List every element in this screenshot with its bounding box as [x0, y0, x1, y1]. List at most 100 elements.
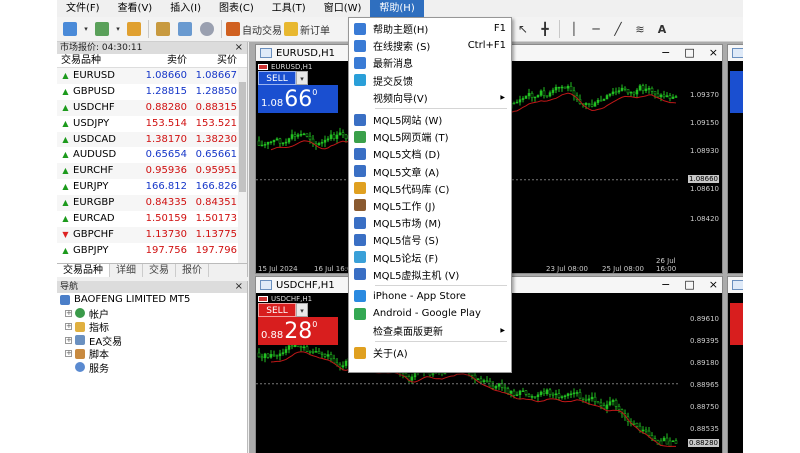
help-menu-item[interactable]: MQL5文档 (D) — [349, 145, 511, 162]
menu-charts[interactable]: 图表(C) — [210, 0, 263, 17]
expand-icon[interactable]: + — [65, 336, 72, 344]
scrollbar-thumb[interactable] — [239, 82, 246, 192]
profiles-button[interactable] — [92, 19, 112, 39]
help-menu-item[interactable]: 帮助主题(H) F1 — [349, 20, 511, 37]
expand-icon[interactable]: + — [65, 323, 72, 331]
chart-dropdown-icon[interactable]: ▾ — [82, 19, 90, 39]
cursor-button[interactable]: ↖ — [513, 19, 533, 39]
tab-trading[interactable]: 交易 — [143, 264, 176, 277]
close-icon[interactable]: × — [709, 45, 718, 61]
sell-button[interactable]: SELL — [258, 71, 296, 85]
help-menu-item[interactable]: MQL5论坛 (F) — [349, 248, 511, 265]
vertical-line-button[interactable]: │ — [564, 19, 584, 39]
help-menu-item[interactable]: 关于(A) — [349, 344, 511, 361]
market-watch-row[interactable]: ▲ EURUSD 1.08660 1.08667 — [57, 68, 247, 84]
chart-title: USDCHF,H1 — [276, 279, 335, 291]
expand-icon[interactable]: + — [65, 350, 72, 358]
chart-title-bar[interactable] — [728, 45, 743, 61]
new-order-button[interactable]: 新订单 — [284, 19, 330, 39]
trendline-button[interactable]: ╱ — [608, 19, 628, 39]
sell-price-display[interactable]: 0.88 28 0 — [258, 317, 338, 345]
help-menu-item[interactable]: iPhone - App Store — [349, 288, 511, 305]
text-tool-button[interactable]: A — [652, 19, 672, 39]
chart-title-bar[interactable] — [728, 277, 743, 293]
menu-insert[interactable]: 插入(I) — [161, 0, 210, 17]
help-menu-item[interactable]: 提交反馈 — [349, 72, 511, 89]
help-menu-item[interactable]: MQL5市场 (M) — [349, 214, 511, 231]
close-icon[interactable]: × — [709, 277, 718, 293]
help-menu-item[interactable]: 在线搜索 (S) Ctrl+F1 — [349, 37, 511, 54]
expand-icon[interactable]: + — [65, 309, 72, 317]
market-watch-row[interactable]: ▲ USDCAD 1.38170 1.38230 — [57, 131, 247, 148]
tab-symbols[interactable]: 交易品种 — [57, 264, 110, 277]
lot-dropdown[interactable]: ▾ — [296, 303, 308, 317]
col-bid[interactable]: 卖价 — [129, 54, 187, 67]
help-menu-item[interactable]: MQL5网页端 (T) — [349, 128, 511, 145]
tab-details[interactable]: 详细 — [110, 264, 143, 277]
navigator-root[interactable]: BAOFENG LIMITED MT5 — [57, 293, 247, 307]
help-menu-item[interactable]: MQL5网站 (W) — [349, 111, 511, 128]
sell-price-display[interactable] — [730, 71, 743, 113]
price-scale[interactable]: 1.09370 1.09150 1.08930 1.08660 1.08610 … — [680, 61, 722, 273]
sell-button[interactable]: SELL — [258, 303, 296, 317]
close-icon[interactable]: × — [235, 281, 243, 293]
market-watch-button[interactable] — [124, 19, 144, 39]
navigator-item-accounts[interactable]: + 帐户 — [57, 307, 247, 321]
sell-price-display[interactable]: 1.08 66 0 — [258, 85, 338, 113]
market-watch-row[interactable]: ▼ GBPCHF 1.13730 1.13775 — [57, 226, 247, 243]
market-watch-row[interactable]: ▲ EURGBP 0.84335 0.84351 — [57, 195, 247, 212]
maximize-icon[interactable]: □ — [684, 45, 694, 61]
menu-tools[interactable]: 工具(T) — [263, 0, 315, 17]
menu-help[interactable]: 帮助(H) — [370, 0, 424, 17]
minimize-icon[interactable]: − — [661, 45, 670, 61]
navigator-item-services[interactable]: 服务 — [57, 361, 247, 375]
crosshair-button[interactable]: ╋ — [535, 19, 555, 39]
lot-dropdown[interactable]: ▾ — [296, 71, 308, 85]
help-menu-item[interactable]: 视频向导(V) ▶ — [349, 89, 511, 106]
help-menu-item[interactable]: MQL5工作 (J) — [349, 197, 511, 214]
navigator-button[interactable] — [153, 19, 173, 39]
col-symbol[interactable]: 交易品种 — [57, 54, 129, 67]
navigator-item-experts[interactable]: + EA交易 — [57, 334, 247, 348]
market-watch-row[interactable]: ▲ GBPUSD 1.28815 1.28850 — [57, 84, 247, 100]
new-chart-button[interactable] — [60, 19, 80, 39]
help-menu-item[interactable]: Android - Google Play — [349, 305, 511, 322]
help-menu-item[interactable]: 最新消息 — [349, 54, 511, 71]
minimize-icon[interactable]: − — [661, 277, 670, 293]
tab-ticks[interactable]: 报价 — [176, 264, 209, 277]
help-menu-item[interactable]: 检查桌面版更新 ▶ — [349, 322, 511, 339]
col-ask[interactable]: 买价 — [187, 54, 237, 67]
close-icon[interactable]: × — [235, 42, 243, 54]
market-watch-row[interactable]: ▲ EURJPY 166.812 166.826 — [57, 179, 247, 195]
price-chart[interactable] — [728, 61, 743, 273]
help-menu-item[interactable]: MQL5信号 (S) — [349, 231, 511, 248]
signals-button[interactable] — [197, 19, 217, 39]
market-watch-row[interactable]: ▲ EURCHF 0.95936 0.95951 — [57, 163, 247, 180]
sell-price-display[interactable] — [730, 303, 743, 345]
fibonacci-button[interactable]: ≋ — [630, 19, 650, 39]
help-menu-item[interactable]: MQL5代码库 (C) — [349, 180, 511, 197]
market-watch-row[interactable]: ▲ EURCAD 1.50159 1.50173 — [57, 211, 247, 227]
chart-window-right-top[interactable] — [727, 44, 743, 274]
maximize-icon[interactable]: □ — [684, 277, 694, 293]
market-watch-scrollbar[interactable] — [238, 68, 247, 265]
mql5-market-icon — [354, 216, 366, 229]
chart-window-right-bottom[interactable] — [727, 276, 743, 453]
market-watch-row[interactable]: ▲ AUDUSD 0.65654 0.65661 — [57, 147, 247, 163]
price-scale[interactable]: 0.89610 0.89395 0.89180 0.88965 0.88750 … — [680, 293, 722, 453]
profiles-dropdown-icon[interactable]: ▾ — [114, 19, 122, 39]
horizontal-line-button[interactable]: ─ — [586, 19, 606, 39]
navigator-item-indicators[interactable]: + 指标 — [57, 320, 247, 334]
navigator-item-scripts[interactable]: + 脚本 — [57, 347, 247, 361]
data-window-button[interactable] — [175, 19, 195, 39]
help-menu-item[interactable]: MQL5虚拟主机 (V) — [349, 266, 511, 283]
price-chart[interactable] — [728, 293, 743, 453]
menu-file[interactable]: 文件(F) — [57, 0, 109, 17]
menu-window[interactable]: 窗口(W) — [315, 0, 371, 17]
auto-trading-button[interactable]: 自动交易 — [226, 19, 282, 39]
market-watch-row[interactable]: ▲ USDCHF 0.88280 0.88315 — [57, 99, 247, 116]
help-menu-item[interactable]: MQL5文章 (A) — [349, 163, 511, 180]
market-watch-row[interactable]: ▲ GBPJPY 197.756 197.796 — [57, 243, 247, 259]
market-watch-row[interactable]: ▲ USDJPY 153.514 153.521 — [57, 116, 247, 132]
menu-view[interactable]: 查看(V) — [109, 0, 162, 17]
